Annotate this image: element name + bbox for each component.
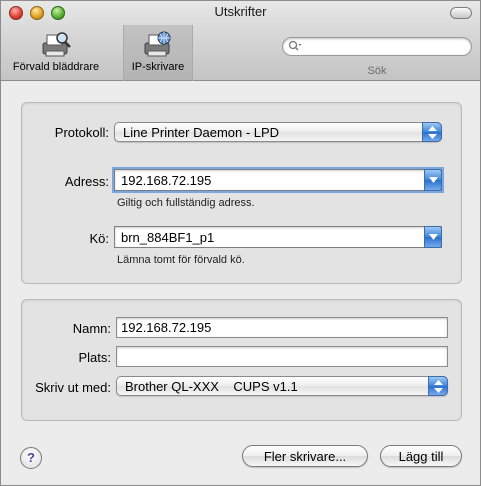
search-icon bbox=[288, 40, 302, 51]
popup-arrows-icon bbox=[422, 122, 442, 142]
printer-magnifier-icon bbox=[42, 32, 71, 57]
toolbar-ip-printer-label: IP-skrivare bbox=[131, 61, 185, 73]
queue-combobox[interactable]: brn_884BF1_p1 bbox=[114, 226, 442, 248]
name-label: Namn: bbox=[72, 321, 111, 336]
print-with-value: Brother QL-XXX CUPS v1.1 bbox=[125, 379, 298, 394]
chevron-down-icon bbox=[429, 234, 438, 240]
address-label: Adress: bbox=[64, 174, 109, 189]
protocol-popup[interactable]: Line Printer Daemon - LPD bbox=[114, 122, 442, 142]
queue-label: Kö: bbox=[89, 231, 109, 246]
queue-hint: Lämna tomt för förvald kö. bbox=[117, 254, 245, 266]
address-hint: Giltig och fullständig adress. bbox=[117, 197, 255, 209]
search-field-wrapper bbox=[282, 37, 472, 56]
printer-browser-window: Utskrifter Förvald bläddrare IP-skrivare bbox=[0, 0, 481, 486]
toolbar-ip-printer[interactable]: IP-skrivare bbox=[123, 25, 193, 81]
toolbar-toggle-button[interactable] bbox=[450, 7, 472, 19]
protocol-value: Line Printer Daemon - LPD bbox=[123, 125, 280, 140]
titlebar-toolbar: Utskrifter Förvald bläddrare IP-skrivare bbox=[1, 1, 480, 81]
location-field[interactable] bbox=[116, 346, 448, 367]
toolbar-default-browser[interactable]: Förvald bläddrare bbox=[5, 25, 107, 81]
queue-dropdown-button[interactable] bbox=[424, 226, 442, 248]
print-with-label: Skriv ut med: bbox=[35, 380, 111, 395]
search-label: Sök bbox=[367, 65, 387, 77]
address-combobox[interactable]: 192.168.72.195 bbox=[114, 169, 442, 191]
popup-arrows-icon bbox=[428, 376, 448, 396]
address-value: 192.168.72.195 bbox=[121, 173, 212, 188]
search-input[interactable] bbox=[282, 37, 472, 56]
more-printers-button[interactable]: Fler skrivare... bbox=[242, 445, 368, 467]
name-field[interactable]: 192.168.72.195 bbox=[116, 317, 448, 338]
queue-value: brn_884BF1_p1 bbox=[121, 230, 215, 245]
chevron-down-icon bbox=[429, 177, 438, 183]
toolbar-default-browser-label: Förvald bläddrare bbox=[12, 61, 100, 73]
protocol-label: Protokoll: bbox=[54, 125, 109, 140]
location-label: Plats: bbox=[78, 350, 111, 365]
help-button[interactable]: ? bbox=[20, 447, 42, 469]
address-dropdown-button[interactable] bbox=[424, 169, 442, 191]
window-title: Utskrifter bbox=[214, 4, 267, 19]
network-printer-icon bbox=[144, 31, 171, 57]
print-with-popup[interactable]: Brother QL-XXX CUPS v1.1 bbox=[116, 376, 448, 396]
add-button[interactable]: Lägg till bbox=[380, 445, 462, 467]
